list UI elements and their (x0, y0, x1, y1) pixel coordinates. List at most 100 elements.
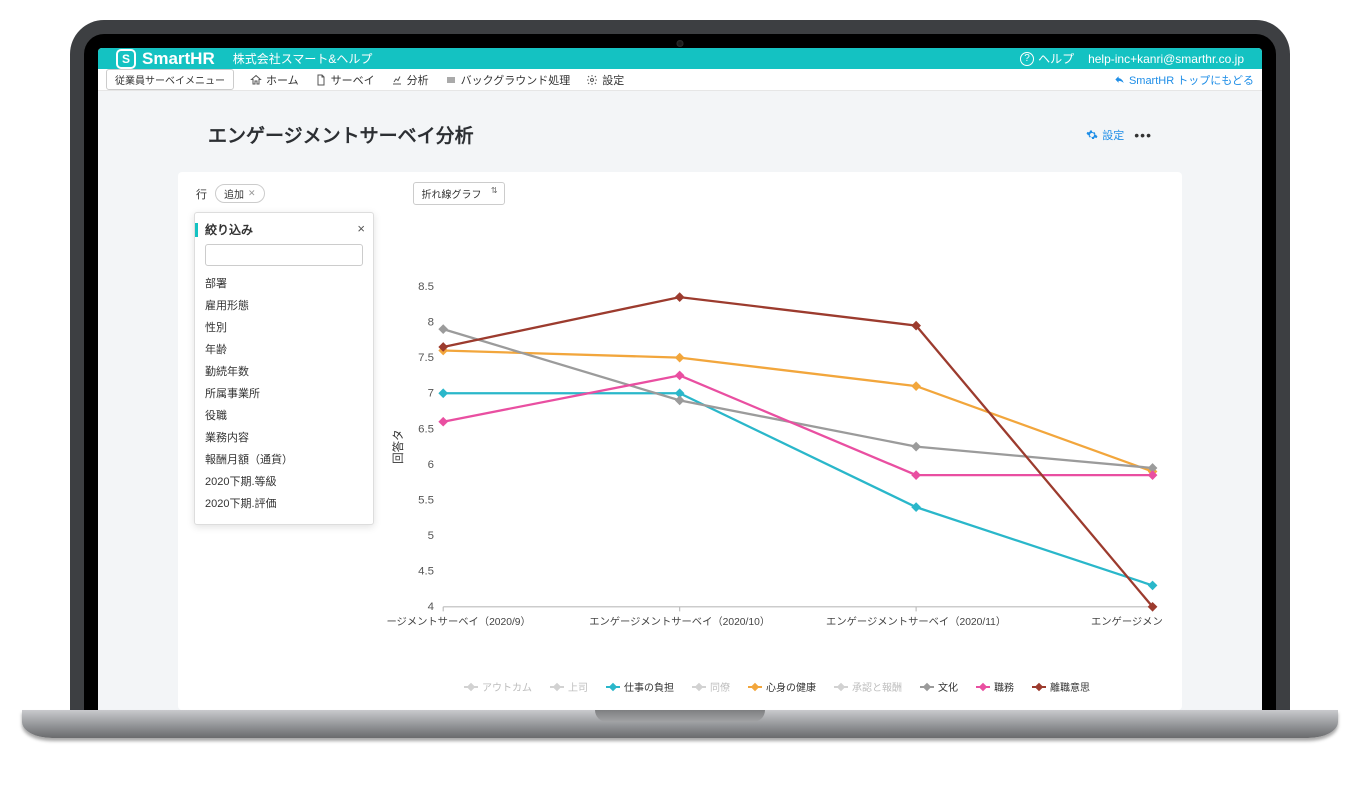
nav-item-layers[interactable]: バックグラウンド処理 (445, 72, 571, 88)
legend-swatch (546, 684, 564, 690)
legend-swatch (688, 684, 706, 690)
filter-option-list: 部署雇用形態性別年齢勤続年数所属事業所役職業務内容報酬月額（通貨）2020下期.… (205, 272, 363, 514)
filter-option[interactable]: 部署 (205, 272, 363, 294)
laptop-base (22, 710, 1338, 738)
nav-item-label: バックグラウンド処理 (461, 72, 571, 88)
svg-text:6: 6 (428, 459, 434, 471)
app-header: S SmartHR 株式会社スマート&ヘルプ ? ヘルプ help-inc+ka… (98, 48, 1262, 69)
chart-type-select[interactable]: 折れ線グラフ (413, 182, 505, 205)
nav-item-chart[interactable]: 分析 (391, 72, 429, 88)
legend-label: アウトカム (482, 679, 532, 694)
brand-logo[interactable]: S SmartHR (116, 49, 215, 69)
filter-option[interactable]: 所属事業所 (205, 382, 363, 404)
nav-item-label: サーベイ (331, 72, 375, 88)
help-link[interactable]: ? ヘルプ (1020, 50, 1074, 67)
legend-item[interactable]: 離職意思 (1028, 679, 1090, 694)
chart-legend: アウトカム 上司 仕事の負担同僚 心身の健康承認と報酬 文化 職務 離職意思 (386, 679, 1164, 694)
survey-menu-button[interactable]: 従業員サーベイメニュー (106, 69, 234, 90)
filter-option[interactable]: 業務内容 (205, 426, 363, 448)
add-label: 追加 (224, 186, 244, 201)
content-area: 行 追加 ✕ 折れ線グラフ 絞り込み × 部署雇用形態性別年齢勤続年数所属事 (98, 172, 1262, 710)
svg-text:エンゲージメントサーベイ（2020/10）: エンゲージメントサーベイ（2020/10） (589, 616, 770, 628)
user-email[interactable]: help-inc+kanri@smarthr.co.jp (1088, 52, 1244, 66)
gear-icon (1086, 129, 1098, 141)
legend-swatch (602, 684, 620, 690)
legend-item[interactable]: 仕事の負担 (602, 679, 674, 694)
legend-item[interactable]: 上司 (546, 679, 588, 694)
popover-accent (195, 223, 198, 237)
nav-item-label: 設定 (602, 72, 624, 88)
filter-option[interactable]: 性別 (205, 316, 363, 338)
chart-panel: 行 追加 ✕ 折れ線グラフ 絞り込み × 部署雇用形態性別年齢勤続年数所属事 (178, 172, 1182, 710)
filter-option[interactable]: 勤続年数 (205, 360, 363, 382)
legend-swatch (1028, 684, 1046, 690)
svg-text:7.5: 7.5 (418, 352, 434, 364)
svg-text:6.5: 6.5 (418, 423, 434, 435)
legend-item[interactable]: 文化 (916, 679, 958, 694)
chart-icon (391, 74, 403, 86)
help-icon: ? (1020, 52, 1034, 66)
home-icon (250, 74, 262, 86)
laptop-frame: S SmartHR 株式会社スマート&ヘルプ ? ヘルプ help-inc+ka… (70, 20, 1290, 738)
svg-text:エンゲージメントサーベイ: エンゲージメントサーベイ (1091, 616, 1164, 628)
legend-item[interactable]: アウトカム (460, 679, 532, 694)
nav-item-label: ホーム (266, 72, 299, 88)
svg-text:4: 4 (428, 601, 435, 613)
filter-option[interactable]: 2020下期.等級 (205, 470, 363, 492)
legend-swatch (460, 684, 478, 690)
laptop-notch (595, 710, 765, 722)
svg-text:5.5: 5.5 (418, 494, 434, 506)
filter-popover: 絞り込み × 部署雇用形態性別年齢勤続年数所属事業所役職業務内容報酬月額（通貨）… (194, 212, 374, 525)
camera-dot (677, 40, 684, 47)
svg-text:8.5: 8.5 (418, 281, 434, 293)
reply-icon (1114, 74, 1125, 85)
help-label: ヘルプ (1038, 50, 1074, 67)
popover-close-icon[interactable]: × (357, 221, 365, 236)
add-chip[interactable]: 追加 ✕ (215, 184, 265, 203)
svg-text:エンゲージメントサーベイ（2020/11）: エンゲージメントサーベイ（2020/11） (826, 616, 1006, 628)
svg-text:エンゲージメントサーベイ（2020/9）: エンゲージメントサーベイ（2020/9） (386, 616, 531, 628)
legend-swatch (972, 684, 990, 690)
settings-label: 設定 (1102, 127, 1124, 143)
filter-option[interactable]: 雇用形態 (205, 294, 363, 316)
more-menu-icon[interactable]: ••• (1134, 127, 1152, 143)
chip-close-icon[interactable]: ✕ (248, 188, 256, 199)
legend-item[interactable]: 心身の健康 (744, 679, 816, 694)
page-settings-link[interactable]: 設定 (1086, 127, 1124, 143)
legend-label: 文化 (938, 679, 958, 694)
nav-item-home[interactable]: ホーム (250, 72, 299, 88)
filter-option[interactable]: 2020下期.評価 (205, 492, 363, 514)
filter-search-input[interactable] (205, 244, 363, 266)
row-controls: 行 追加 ✕ 折れ線グラフ (196, 182, 1164, 205)
legend-item[interactable]: 同僚 (688, 679, 730, 694)
filter-option[interactable]: 報酬月額（通貨） (205, 448, 363, 470)
back-to-top-link[interactable]: SmartHR トップにもどる (1114, 72, 1254, 88)
legend-swatch (916, 684, 934, 690)
filter-option[interactable]: 年齢 (205, 338, 363, 360)
legend-label: 仕事の負担 (624, 679, 674, 694)
legend-item[interactable]: 職務 (972, 679, 1014, 694)
legend-swatch (744, 684, 762, 690)
nav-item-file[interactable]: サーベイ (315, 72, 375, 88)
legend-label: 心身の健康 (766, 679, 816, 694)
nav-bar: 従業員サーベイメニュー ホーム サーベイ分析 バックグラウンド処理 設定 SmartH… (98, 69, 1262, 91)
legend-label: 上司 (568, 679, 588, 694)
svg-text:4.5: 4.5 (418, 566, 434, 578)
screen: S SmartHR 株式会社スマート&ヘルプ ? ヘルプ help-inc+ka… (98, 48, 1262, 710)
legend-label: 職務 (994, 679, 1014, 694)
filter-option[interactable]: 役職 (205, 404, 363, 426)
svg-text:8: 8 (428, 316, 434, 328)
legend-swatch (830, 684, 848, 690)
page-title: エンゲージメントサーベイ分析 (208, 121, 474, 148)
laptop-bezel: S SmartHR 株式会社スマート&ヘルプ ? ヘルプ help-inc+ka… (70, 20, 1290, 710)
legend-item[interactable]: 承認と報酬 (830, 679, 902, 694)
back-label: SmartHR トップにもどる (1129, 72, 1254, 88)
gear-icon (586, 74, 598, 86)
svg-text:7: 7 (428, 388, 434, 400)
popover-title: 絞り込み (205, 221, 363, 238)
legend-label: 離職意思 (1050, 679, 1090, 694)
nav-item-gear[interactable]: 設定 (586, 72, 624, 88)
company-name: 株式会社スマート&ヘルプ (233, 50, 373, 67)
row-label: 行 (196, 186, 207, 202)
brand-name: SmartHR (142, 49, 215, 69)
